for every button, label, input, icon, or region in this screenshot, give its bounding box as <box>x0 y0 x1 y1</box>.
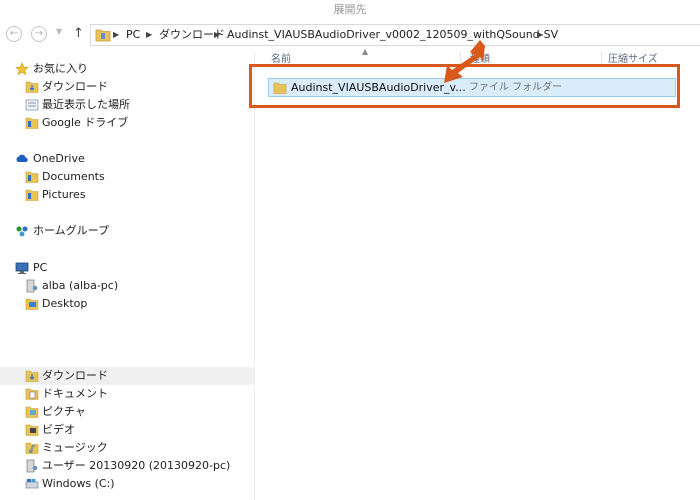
navigation-bar: ← → ▼ ↑ ▶ PC ▶ ダウンロード ▶ Audinst_VIAUSBAu… <box>0 21 700 49</box>
star-icon <box>15 62 29 76</box>
sidebar-item-alba[interactable]: alba (alba-pc) <box>0 277 254 295</box>
address-bar[interactable]: ▶ PC ▶ ダウンロード ▶ Audinst_VIAUSBAudioDrive… <box>90 24 700 46</box>
sidebar-item-label: alba (alba-pc) <box>42 279 119 292</box>
homegroup-icon <box>15 224 29 238</box>
sidebar-item-label: Pictures <box>42 188 86 201</box>
sidebar-item-google-drive[interactable]: Google ドライブ <box>0 114 254 132</box>
sidebar-item-favorites[interactable]: お気に入り <box>0 60 254 78</box>
desktop-folder-icon <box>25 297 39 311</box>
sidebar-item-documents-library[interactable]: ドキュメント <box>0 385 254 403</box>
user-folder-icon <box>25 279 39 293</box>
folder-icon <box>25 116 39 130</box>
sidebar-item-windows-c[interactable]: Windows (C:) <box>0 475 254 493</box>
sidebar-item-documents[interactable]: Documents <box>0 168 254 186</box>
folder-icon <box>273 81 287 98</box>
downloads-folder-icon <box>25 80 39 94</box>
drive-icon <box>25 477 39 491</box>
sidebar-item-pc[interactable]: PC <box>0 259 254 277</box>
sidebar-item-label: ダウンロード <box>42 369 108 382</box>
sidebar-item-label: ビデオ <box>42 423 75 436</box>
sidebar-item-label: OneDrive <box>33 152 85 165</box>
folder-icon <box>25 170 39 184</box>
column-header-name[interactable]: 名前 <box>271 52 291 68</box>
chevron-right-icon[interactable]: ▶ <box>146 25 152 45</box>
sidebar-item-label: Google ドライブ <box>42 116 129 129</box>
pictures-folder-icon <box>25 405 39 419</box>
chevron-down-icon[interactable]: ▼ <box>56 27 62 36</box>
network-computer-icon <box>25 459 39 473</box>
sidebar-item-desktop[interactable]: Desktop <box>0 295 254 313</box>
sidebar-item-label: ピクチャ <box>42 405 86 418</box>
pointer-arrow-icon <box>444 40 485 83</box>
breadcrumb-segment[interactable]: Audinst_VIAUSBAudioDriver_v0002_120509_w… <box>227 25 558 45</box>
up-arrow-icon[interactable]: ↑ <box>73 25 84 43</box>
sidebar-item-recent-places[interactable]: 最近表示した場所 <box>0 96 254 114</box>
back-arrow-icon[interactable]: ← <box>6 26 22 42</box>
navigation-pane: お気に入り ダウンロード 最近表示した場所 Google ドライブ OneDri… <box>0 52 255 500</box>
sidebar-item-label: ユーザー 20130920 (20130920-pc) <box>42 459 231 472</box>
folder-icon <box>95 28 111 45</box>
column-header-size[interactable]: 圧縮サイズ <box>608 52 658 68</box>
sidebar-item-label: Windows (C:) <box>42 477 115 490</box>
sidebar-item-label: Documents <box>42 170 105 183</box>
music-folder-icon <box>25 441 39 455</box>
sidebar-item-user-20130920[interactable]: ユーザー 20130920 (20130920-pc) <box>0 457 254 475</box>
sidebar-item-pictures-library[interactable]: ピクチャ <box>0 403 254 421</box>
sidebar-item-downloads-library[interactable]: ダウンロード <box>0 367 254 385</box>
videos-folder-icon <box>25 423 39 437</box>
sidebar-item-videos-library[interactable]: ビデオ <box>0 421 254 439</box>
computer-icon <box>15 261 29 275</box>
sidebar-item-label: ドキュメント <box>42 387 108 400</box>
sidebar-item-label: ミュージック <box>42 441 108 454</box>
window-title: 展開先 <box>0 0 700 20</box>
sidebar-item-label: PC <box>33 261 48 274</box>
chevron-right-icon[interactable]: ▶ <box>537 25 543 45</box>
sidebar-item-label: ホームグループ <box>33 224 110 237</box>
chevron-right-icon[interactable]: ▶ <box>214 25 220 45</box>
folder-icon <box>25 188 39 202</box>
chevron-right-icon[interactable]: ▶ <box>113 25 119 45</box>
breadcrumb-segment[interactable]: PC <box>126 25 140 45</box>
sidebar-item-label: Desktop <box>42 297 88 310</box>
sidebar-item-label: 最近表示した場所 <box>42 98 130 111</box>
sidebar-item-label: ダウンロード <box>42 80 108 93</box>
column-divider[interactable] <box>601 52 602 66</box>
sidebar-item-onedrive[interactable]: OneDrive <box>0 150 254 168</box>
sidebar-item-music-library[interactable]: ミュージック <box>0 439 254 457</box>
sidebar-item-downloads[interactable]: ダウンロード <box>0 78 254 96</box>
sidebar-item-label: お気に入り <box>33 62 88 75</box>
recent-places-icon <box>25 98 39 112</box>
sort-ascending-icon: ▲ <box>362 47 369 56</box>
documents-folder-icon <box>25 387 39 401</box>
sidebar-item-homegroup[interactable]: ホームグループ <box>0 222 254 240</box>
sidebar-item-pictures[interactable]: Pictures <box>0 186 254 204</box>
downloads-folder-icon <box>25 369 39 383</box>
cloud-icon <box>15 152 29 166</box>
forward-arrow-icon[interactable]: → <box>31 26 47 42</box>
